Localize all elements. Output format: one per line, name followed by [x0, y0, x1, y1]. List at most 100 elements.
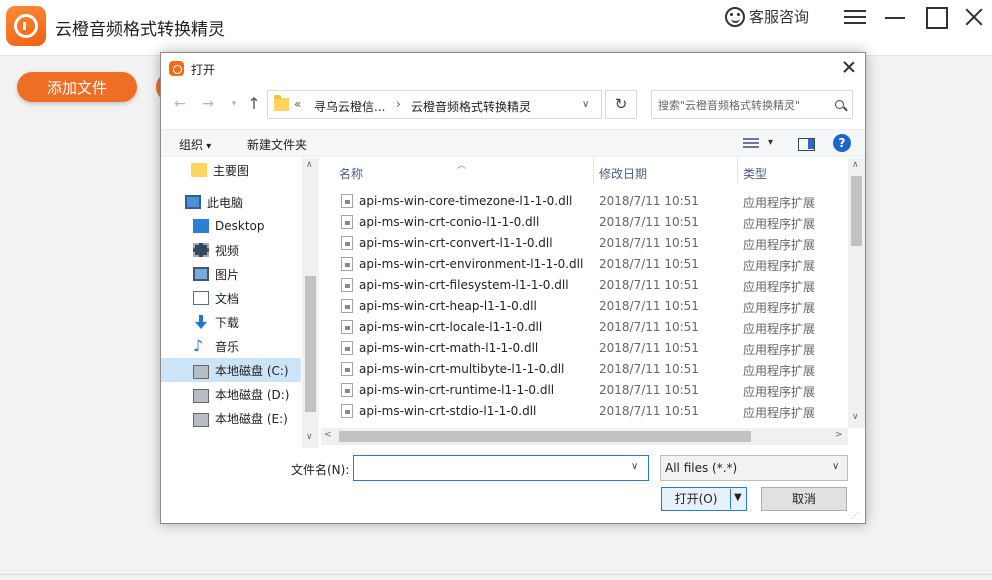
column-divider[interactable] [737, 158, 738, 184]
resize-grip-icon[interactable]: ⋰ [851, 511, 861, 521]
breadcrumb-overflow[interactable]: « [294, 97, 301, 111]
close-icon[interactable] [963, 6, 985, 28]
dialog-titlebar: 打开 [161, 53, 865, 83]
dll-file-icon [341, 215, 353, 229]
scrollbar-thumb[interactable] [339, 431, 751, 442]
file-type: 应用程序扩展 [743, 238, 816, 252]
table-row[interactable]: api-ms-win-crt-convert-l1-1-0.dll 2018/7/… [321, 233, 848, 254]
table-row[interactable]: api-ms-win-crt-stdio-l1-1-0.dll 2018/7/11… [321, 401, 848, 422]
smile-icon [725, 6, 745, 27]
chevron-down-icon[interactable]: ∨ [582, 99, 589, 110]
divider [730, 489, 731, 509]
chevron-up-icon[interactable]: ∧ [852, 160, 859, 170]
chevron-down-icon[interactable]: ▾ [768, 137, 773, 148]
nav-item-disk-d[interactable]: 本地磁盘 (D:) [193, 382, 301, 406]
nav-item-quick[interactable]: 主要图 [191, 158, 301, 182]
column-type[interactable]: 类型 [743, 165, 767, 182]
column-name[interactable]: 名称 [339, 165, 363, 182]
file-name: api-ms-win-crt-runtime-l1-1-0.dll [359, 383, 555, 397]
scrollbar-thumb[interactable] [305, 276, 316, 412]
table-row[interactable]: api-ms-win-crt-conio-l1-1-0.dll 2018/7/11… [321, 212, 848, 233]
minimize-icon[interactable] [884, 6, 906, 28]
dll-file-icon [341, 404, 353, 418]
forward-arrow-icon[interactable]: → [199, 95, 217, 113]
chevron-down-icon[interactable]: ∨ [852, 412, 859, 422]
preview-pane-icon[interactable] [798, 138, 815, 151]
organize-menu[interactable]: 组织 [179, 136, 211, 153]
support-button[interactable]: 客服咨询 [725, 6, 809, 27]
desktop-icon [193, 219, 209, 233]
breadcrumb-item[interactable]: 寻乌云橙信... [314, 98, 385, 115]
cancel-button[interactable]: 取消 [761, 487, 847, 511]
filename-label: 文件名(N): [291, 463, 350, 477]
table-row[interactable]: api-ms-win-crt-runtime-l1-1-0.dll 2018/7/… [321, 380, 848, 401]
address-bar[interactable]: « 寻乌云橙信... › 云橙音频格式转换精灵 ∨ [267, 90, 602, 119]
new-folder-button[interactable]: 新建文件夹 [247, 136, 307, 153]
column-divider[interactable] [593, 158, 594, 184]
nav-item-videos[interactable]: 视频 [193, 238, 301, 262]
file-name: api-ms-win-crt-environment-l1-1-0.dll [359, 257, 584, 271]
open-button[interactable]: 打开(O) ▼ [661, 487, 747, 511]
search-icon[interactable] [835, 100, 844, 109]
filename-combobox[interactable]: ∨ [353, 455, 649, 481]
file-list-vscrollbar[interactable]: ∧ ∨ [848, 158, 865, 428]
nav-item-this-pc[interactable]: 此电脑 [185, 190, 301, 214]
nav-item-label: 文档 [215, 291, 240, 306]
dll-file-icon [341, 299, 353, 313]
file-type: 应用程序扩展 [743, 196, 816, 210]
disk-icon [193, 412, 209, 427]
chevron-down-icon[interactable]: ∨ [306, 432, 313, 442]
nav-scrollbar[interactable]: ∧ ∨ [302, 158, 319, 448]
table-row[interactable]: api-ms-win-core-timezone-l1-1-0.dll 2018/… [321, 191, 848, 212]
file-type-select[interactable]: All files (*.*) ∨ [660, 455, 848, 481]
chevron-up-icon[interactable]: ∧ [306, 160, 313, 170]
dialog-close-icon[interactable] [841, 59, 857, 75]
nav-item-pictures[interactable]: 图片 [193, 262, 301, 286]
open-file-dialog: 打开 ← → ▾ ↑ « 寻乌云橙信... › 云橙音频格式转换精灵 ∨ ↻ 组… [160, 52, 866, 524]
breadcrumb-item[interactable]: 云橙音频格式转换精灵 [411, 98, 531, 115]
table-row[interactable]: api-ms-win-crt-environment-l1-1-0.dll 201… [321, 254, 848, 275]
table-row[interactable]: api-ms-win-crt-multibyte-l1-1-0.dll 2018/… [321, 359, 848, 380]
computer-icon [185, 195, 201, 209]
file-date: 2018/7/11 10:51 [599, 194, 699, 208]
table-row[interactable]: api-ms-win-crt-heap-l1-1-0.dll 2018/7/11 … [321, 296, 848, 317]
chevron-left-icon[interactable]: < [324, 430, 332, 440]
chevron-down-icon[interactable]: ∨ [832, 461, 839, 472]
table-row[interactable]: api-ms-win-crt-filesystem-l1-1-0.dll 2018… [321, 275, 848, 296]
dll-file-icon [341, 236, 353, 250]
file-type-selected: All files (*.*) [665, 461, 738, 475]
nav-item-downloads[interactable]: 下载 [193, 310, 301, 334]
maximize-icon[interactable] [925, 6, 948, 29]
chevron-down-icon[interactable]: ∨ [631, 461, 638, 472]
file-type: 应用程序扩展 [743, 406, 816, 420]
recent-locations-chevron-icon[interactable]: ▾ [225, 95, 243, 113]
file-date: 2018/7/11 10:51 [599, 236, 699, 250]
nav-item-desktop[interactable]: Desktop [193, 214, 301, 238]
table-row[interactable]: api-ms-win-crt-math-l1-1-0.dll 2018/7/11 … [321, 338, 848, 359]
help-icon[interactable]: ? [833, 134, 851, 152]
search-box[interactable] [651, 90, 853, 119]
nav-item-label: 本地磁盘 (C:) [215, 363, 289, 378]
menu-icon[interactable] [844, 6, 866, 28]
file-date: 2018/7/11 10:51 [599, 215, 699, 229]
filename-input[interactable] [358, 460, 626, 476]
nav-item-music[interactable]: ♪ 音乐 [193, 334, 301, 358]
nav-item-documents[interactable]: 文档 [193, 286, 301, 310]
nav-item-disk-e[interactable]: 本地磁盘 (E:) [193, 406, 301, 430]
scrollbar-thumb[interactable] [851, 176, 862, 246]
file-list-hscrollbar[interactable]: < > [321, 428, 848, 445]
add-file-button[interactable]: 添加文件 [17, 72, 137, 102]
chevron-right-icon[interactable]: > [835, 430, 843, 440]
nav-item-disk-c[interactable]: 本地磁盘 (C:) [161, 358, 301, 382]
back-arrow-icon[interactable]: ← [171, 95, 189, 113]
search-input[interactable] [658, 97, 828, 113]
up-arrow-icon[interactable]: ↑ [245, 95, 263, 113]
view-options-icon[interactable] [743, 138, 759, 150]
music-icon: ♪ [193, 336, 204, 355]
table-row[interactable]: api-ms-win-crt-locale-l1-1-0.dll 2018/7/1… [321, 317, 848, 338]
column-modified[interactable]: 修改日期 [599, 165, 647, 182]
breadcrumb-separator[interactable]: › [396, 97, 401, 111]
open-options-dropdown-icon[interactable]: ▼ [734, 492, 742, 503]
refresh-button[interactable]: ↻ [605, 90, 637, 119]
file-name: api-ms-win-crt-heap-l1-1-0.dll [359, 299, 537, 313]
